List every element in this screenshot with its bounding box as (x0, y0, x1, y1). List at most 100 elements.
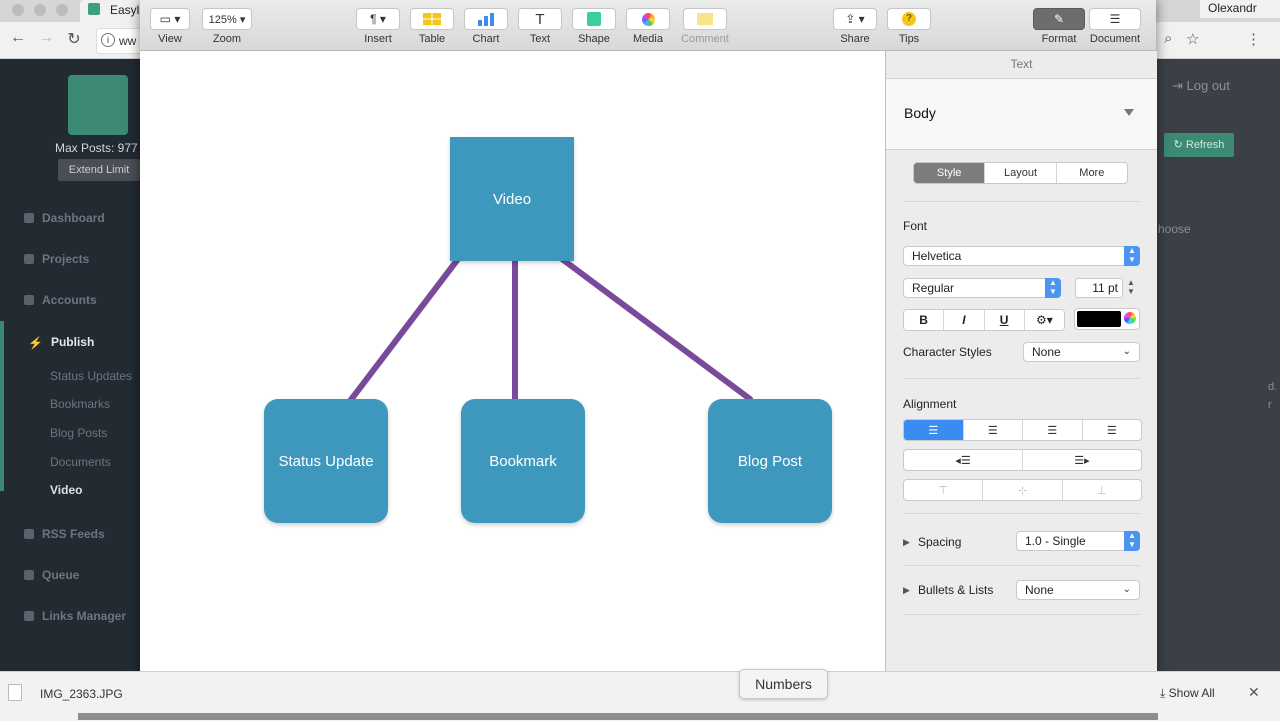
node-blog-post[interactable]: Blog Post (708, 399, 832, 523)
text-options-gear-icon[interactable]: ⚙▾ (1025, 310, 1064, 330)
alignment-label: Alignment (903, 397, 957, 411)
font-family-popup[interactable]: Helvetica ▲ ▼ (903, 246, 1140, 266)
menu-publish[interactable]: ⚡ Publish (28, 335, 94, 350)
align-top-icon[interactable]: ⊤ (904, 480, 984, 500)
underline-button[interactable]: U (985, 310, 1025, 330)
increase-indent-icon[interactable]: ☰▸ (1023, 450, 1141, 470)
slide-canvas[interactable]: Video Status Update Bookmark Blog Post (140, 51, 885, 713)
menu-queue[interactable]: Queue (24, 568, 79, 582)
menu-rss-feeds[interactable]: RSS Feeds (24, 527, 105, 541)
browser-menu-icon[interactable]: ⋮ (1246, 30, 1261, 48)
zoom-label: Zoom (212, 33, 242, 45)
paragraph-style-selector[interactable]: Body (886, 79, 1157, 150)
bullets-popup[interactable]: None ⌄ (1016, 580, 1140, 600)
align-justify-icon[interactable]: ☰ (1083, 420, 1142, 440)
download-item[interactable]: IMG_2363.JPG (8, 684, 123, 701)
insert-label: Insert (364, 33, 392, 45)
profile-button[interactable]: Olexandr (1200, 0, 1280, 18)
typeface-value: Regular (912, 281, 955, 295)
photos-icon (626, 8, 670, 30)
bookmark-star-icon[interactable]: ☆ (1186, 30, 1199, 48)
align-center-icon[interactable]: ☰ (964, 420, 1023, 440)
show-all-downloads-button[interactable]: ⤓ Show All (1160, 682, 1242, 704)
tab-layout[interactable]: Layout (985, 163, 1057, 183)
share-label: Share (840, 33, 870, 45)
menu-accounts-label: Accounts (42, 293, 97, 307)
forward-arrow-icon[interactable]: → (36, 29, 56, 47)
info-icon[interactable]: i (101, 33, 115, 47)
submenu-blog-posts[interactable]: Blog Posts (50, 426, 107, 440)
format-button[interactable]: ✎ Format (1033, 8, 1085, 45)
node-bookmark[interactable]: Bookmark (461, 399, 585, 523)
zoom-button[interactable]: 125% ▾ Zoom (202, 8, 252, 45)
share-icon: ⇪ ▾ (833, 8, 877, 30)
tab-style[interactable]: Style (914, 163, 986, 183)
bullets-disclosure-icon[interactable]: ▶ (903, 585, 910, 596)
chart-label: Chart (472, 33, 500, 45)
media-button[interactable]: Media (626, 8, 670, 45)
menu-links-manager[interactable]: Links Manager (24, 609, 126, 623)
decrease-indent-icon[interactable]: ◂☰ (904, 450, 1023, 470)
submenu-video[interactable]: Video (50, 483, 82, 497)
spacing-popup[interactable]: 1.0 - Single ▲ ▼ (1016, 531, 1140, 551)
align-right-icon[interactable]: ☰ (1023, 420, 1083, 440)
align-bottom-icon[interactable]: ⊥ (1063, 480, 1141, 500)
popup-arrows-icon: ▲ ▼ (1124, 531, 1140, 551)
max-posts-label: Max Posts: 977 (55, 141, 138, 155)
font-size-field[interactable]: 11 pt (1075, 278, 1123, 298)
color-wheel-icon[interactable] (1124, 312, 1136, 324)
align-left-icon[interactable]: ☰ (904, 420, 964, 440)
menu-dashboard[interactable]: Dashboard (24, 211, 105, 225)
italic-button[interactable]: I (944, 310, 985, 330)
zoom-value: 125% ▾ (202, 8, 252, 30)
queue-icon (24, 570, 34, 580)
shape-button[interactable]: Shape (572, 8, 616, 45)
popup-arrows-icon: ▲ ▼ (1045, 278, 1061, 298)
menu-projects[interactable]: Projects (24, 252, 89, 266)
table-button[interactable]: Table (410, 8, 454, 45)
font-family-value: Helvetica (912, 249, 962, 263)
document-button[interactable]: ☰ Document (1087, 8, 1143, 45)
share-button[interactable]: ⇪ ▾ Share (833, 8, 877, 45)
bold-button[interactable]: B (904, 310, 945, 330)
refresh-button[interactable]: ↻ Refresh (1164, 133, 1234, 157)
typeface-popup[interactable]: Regular ▲ ▼ (903, 278, 1061, 298)
divider (903, 565, 1140, 566)
chart-button[interactable]: Chart (464, 8, 508, 45)
text-color-well[interactable] (1074, 308, 1140, 330)
tips-button[interactable]: ? Tips (887, 8, 931, 45)
logout-label: Log out (1186, 78, 1230, 93)
submenu-documents[interactable]: Documents (50, 455, 111, 469)
close-downloads-icon[interactable]: ✕ (1248, 684, 1260, 701)
logout-link[interactable]: ⇥ Log out (1172, 78, 1230, 94)
comment-button[interactable]: Comment (680, 8, 730, 45)
show-all-label: Show All (1168, 686, 1215, 700)
indent-buttons: ◂☰ ☰▸ (903, 449, 1142, 471)
node-status-update[interactable]: Status Update (264, 399, 388, 523)
extend-limit-button[interactable]: Extend Limit (58, 159, 140, 181)
inspector-tabs: Style Layout More (913, 162, 1128, 184)
connector-line-left[interactable] (347, 256, 461, 404)
menu-accounts[interactable]: Accounts (24, 293, 97, 307)
tips-glyph: ? (902, 12, 916, 26)
submenu-status-updates[interactable]: Status Updates (50, 369, 132, 383)
submenu-bookmarks[interactable]: Bookmarks (50, 397, 110, 411)
node-video[interactable]: Video (450, 137, 574, 261)
view-button[interactable]: ▭ ▾ View (148, 8, 192, 45)
insert-button[interactable]: ¶ ▾ Insert (356, 8, 400, 45)
zoom-icon[interactable]: ⌕ (1164, 30, 1172, 47)
keynote-window: ▭ ▾ View 125% ▾ Zoom ¶ ▾ Insert Table Chart… (140, 0, 1157, 713)
back-arrow-icon[interactable]: ← (8, 29, 28, 47)
text-button[interactable]: T Text (518, 8, 562, 45)
connector-line-right[interactable] (559, 256, 753, 402)
align-middle-icon[interactable]: ⊹ (983, 480, 1063, 500)
font-size-stepper-icon[interactable]: ▲ ▼ (1127, 278, 1135, 296)
tab-more[interactable]: More (1057, 163, 1127, 183)
spacing-disclosure-icon[interactable]: ▶ (903, 537, 910, 548)
window-minimize-dot[interactable] (34, 4, 46, 16)
site-favicon-icon (88, 3, 100, 15)
window-zoom-dot[interactable] (56, 4, 68, 16)
reload-icon[interactable]: ↻ (64, 29, 84, 49)
window-close-dot[interactable] (12, 4, 24, 16)
character-styles-popup[interactable]: None ⌄ (1023, 342, 1140, 362)
